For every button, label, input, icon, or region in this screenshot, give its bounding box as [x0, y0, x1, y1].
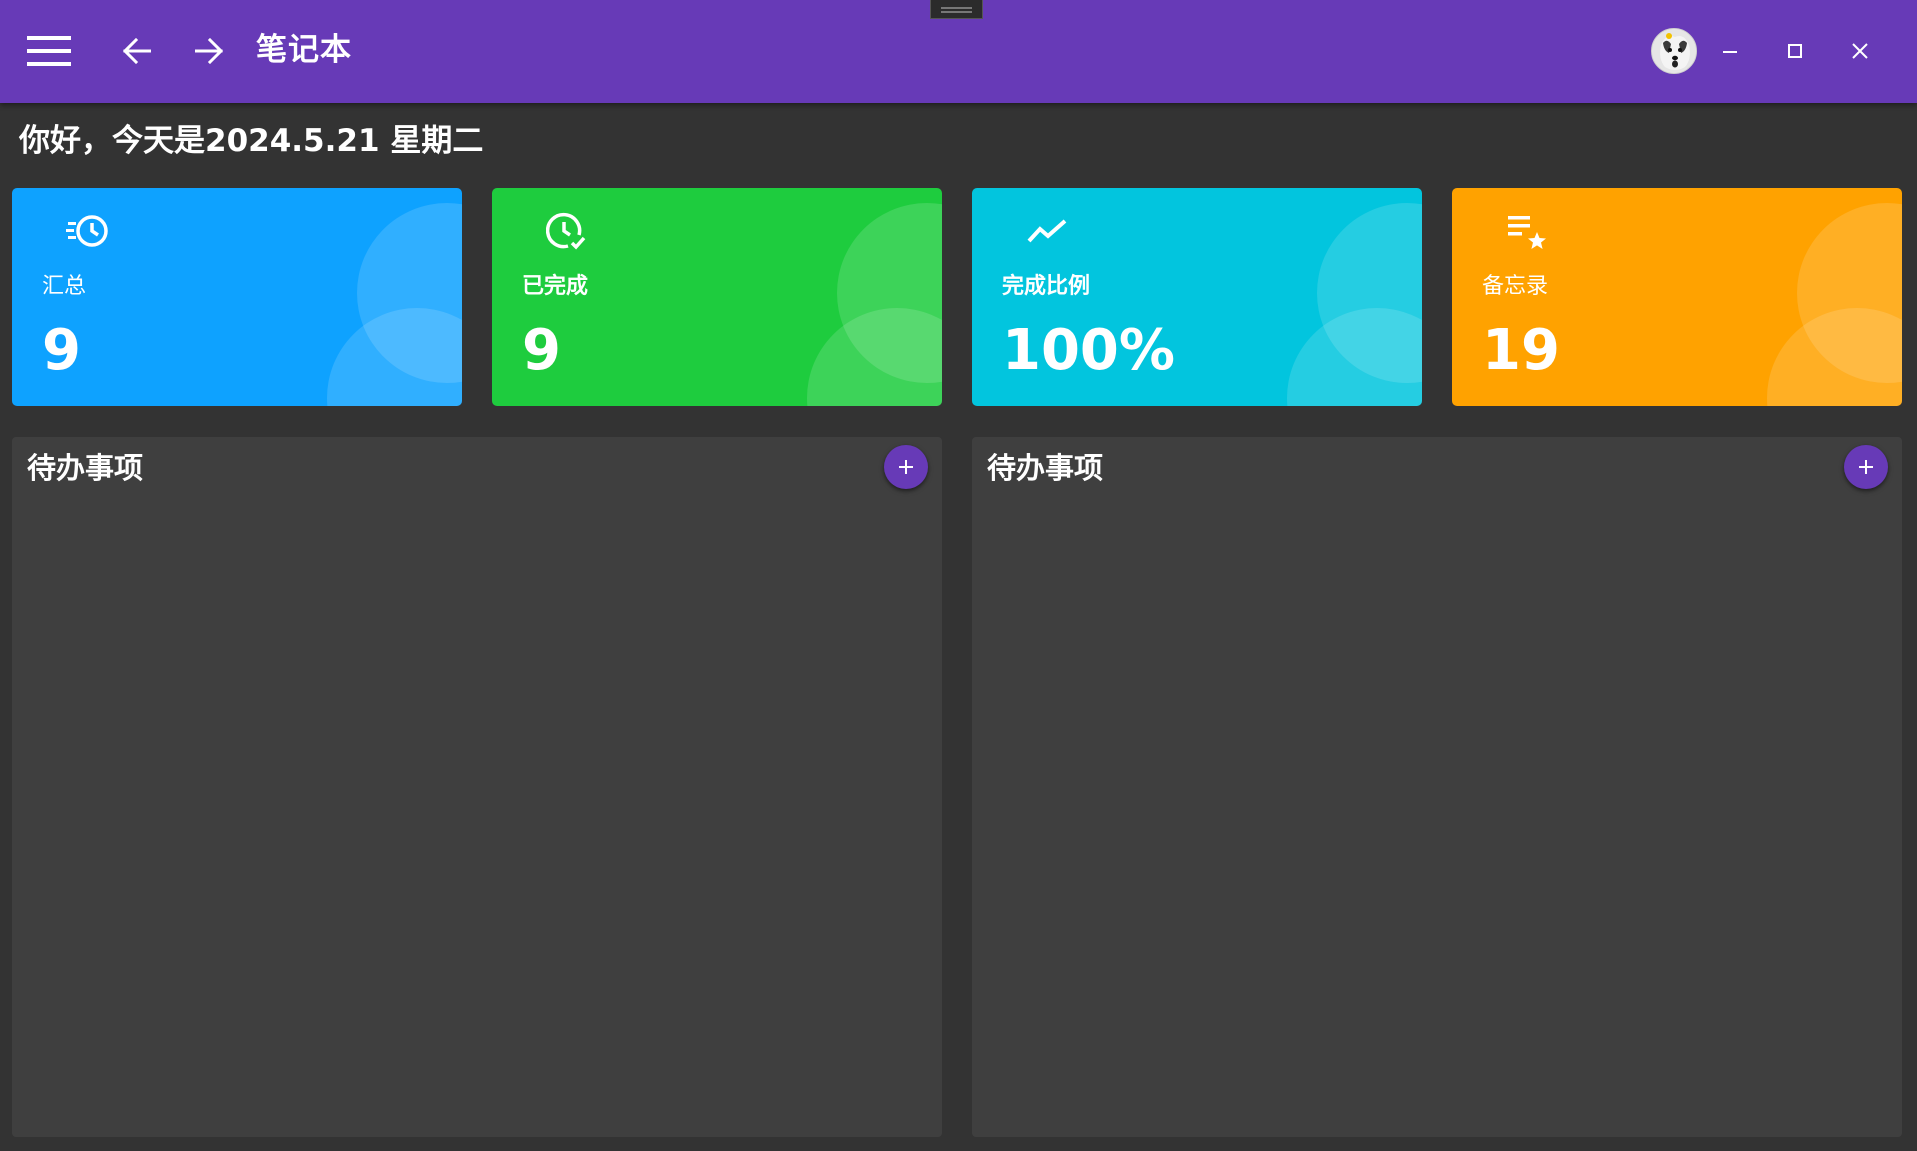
stat-card-total[interactable]: 汇总 9 — [12, 188, 462, 406]
app-bar: 笔记本 — [0, 0, 1917, 103]
card-value: 9 — [42, 318, 81, 383]
panel-title: 待办事项 — [987, 451, 1104, 485]
card-label: 备忘录 — [1482, 274, 1549, 299]
card-value: 9 — [522, 318, 561, 383]
chart-line-icon — [1024, 207, 1072, 255]
maximize-button[interactable] — [1773, 30, 1817, 72]
user-avatar[interactable] — [1651, 28, 1697, 74]
greeting-text: 你好，今天是2024.5.21 星期二 — [19, 123, 484, 159]
card-label: 已完成 — [522, 274, 589, 299]
plus-icon — [1859, 460, 1873, 474]
arrow-right-icon — [195, 38, 223, 64]
plus-icon — [899, 460, 913, 474]
menu-icon — [27, 36, 71, 66]
close-button[interactable] — [1838, 30, 1882, 72]
menu-button[interactable] — [22, 30, 76, 72]
add-todo-button-secondary[interactable] — [1844, 445, 1888, 489]
close-icon — [1852, 43, 1868, 59]
back-button[interactable] — [118, 30, 156, 72]
card-label: 完成比例 — [1002, 274, 1091, 299]
stat-card-completion-rate[interactable]: 完成比例 100% — [972, 188, 1422, 406]
app-title: 笔记本 — [256, 32, 352, 68]
forward-button[interactable] — [190, 30, 228, 72]
drag-handle[interactable] — [930, 0, 983, 19]
minimize-button[interactable] — [1708, 30, 1752, 72]
card-value: 19 — [1482, 318, 1560, 383]
maximize-icon — [1788, 44, 1802, 58]
card-label: 汇总 — [42, 274, 87, 299]
panel-title: 待办事项 — [27, 451, 144, 485]
clock-fast-icon — [64, 207, 112, 255]
minimize-icon — [1723, 51, 1737, 53]
card-value: 100% — [1002, 318, 1176, 383]
todo-panel-secondary: 待办事项 — [972, 437, 1902, 1137]
stat-card-completed[interactable]: 已完成 9 — [492, 188, 942, 406]
clock-check-icon — [544, 207, 592, 255]
todo-panel: 待办事项 — [12, 437, 942, 1137]
add-todo-button[interactable] — [884, 445, 928, 489]
playlist-star-icon — [1504, 207, 1552, 255]
arrow-left-icon — [123, 38, 151, 64]
stat-card-memos[interactable]: 备忘录 19 — [1452, 188, 1902, 406]
